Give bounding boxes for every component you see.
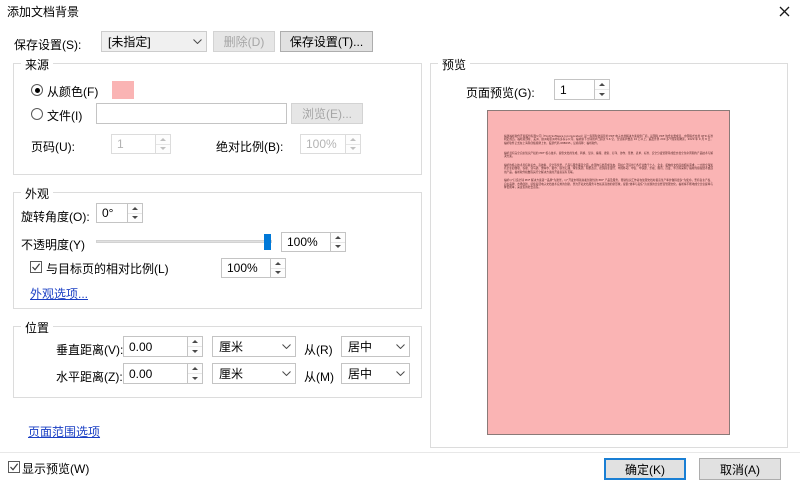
- stepper-down-icon[interactable]: [128, 214, 142, 223]
- document-paragraph: 福昕具有完全自主知识产权的 PDF 核心技术，提供文档的生成、转换、显示、编辑、…: [504, 152, 713, 159]
- appearance-group-title: 外观: [21, 185, 53, 202]
- stepper-down-icon[interactable]: [595, 90, 609, 99]
- stepper-up-icon[interactable]: [271, 259, 285, 269]
- source-group-title: 来源: [21, 56, 53, 73]
- stepper-down-icon[interactable]: [271, 269, 285, 278]
- delete-settings-button[interactable]: 删除(D): [213, 31, 275, 52]
- rotation-label: 旋转角度(O):: [21, 208, 90, 225]
- chevron-down-icon: [391, 371, 409, 376]
- show-preview-label: 显示预览(W): [22, 460, 89, 477]
- from-file-label: 文件(I): [47, 107, 82, 124]
- page-number-label: 页码(U):: [31, 138, 75, 155]
- horizontal-distance-input[interactable]: 0.00: [123, 363, 188, 384]
- horizontal-unit-value: 厘米: [213, 365, 277, 382]
- vertical-distance-input[interactable]: 0.00: [123, 336, 188, 357]
- vertical-unit-value: 厘米: [213, 338, 277, 355]
- stepper-up-icon[interactable]: [346, 135, 360, 145]
- title-bar: 添加文档背景: [0, 0, 800, 22]
- vertical-distance-stepper[interactable]: [188, 336, 203, 357]
- vertical-anchor-value: 居中: [342, 338, 391, 355]
- page-preview-label: 页面预览(G):: [466, 84, 535, 101]
- saved-settings-value: [未指定]: [102, 33, 188, 50]
- stepper-down-icon[interactable]: [188, 347, 202, 356]
- stepper-up-icon[interactable]: [188, 337, 202, 347]
- page-number-stepper[interactable]: [156, 134, 171, 154]
- close-icon[interactable]: [774, 2, 794, 20]
- radio-from-file[interactable]: [31, 108, 43, 120]
- opacity-stepper[interactable]: [331, 232, 346, 252]
- chevron-down-icon: [277, 344, 295, 349]
- absolute-scale-stepper[interactable]: [346, 134, 361, 154]
- chevron-down-icon: [277, 371, 295, 376]
- document-paragraph: 福昕以"打造全球 PDF 解决方案第一品牌"为愿景，以"开发市场领先和创新性的 …: [504, 179, 713, 189]
- appearance-options-link[interactable]: 外观选项...: [30, 285, 88, 302]
- relative-scale-label: 与目标页的相对比例(L): [46, 260, 169, 277]
- saved-settings-label: 保存设置(S):: [14, 36, 81, 53]
- browse-button[interactable]: 浏览(E)...: [291, 103, 363, 124]
- page-range-options-link[interactable]: 页面范围选项: [28, 423, 100, 440]
- vertical-unit-select[interactable]: 厘米: [212, 336, 296, 357]
- horizontal-from-label: 从(M): [304, 368, 334, 385]
- stepper-down-icon[interactable]: [156, 145, 170, 154]
- rotation-input[interactable]: 0°: [96, 203, 128, 223]
- horizontal-distance-stepper[interactable]: [188, 363, 203, 384]
- footer-divider: [0, 452, 800, 453]
- show-preview-checkbox[interactable]: [8, 461, 20, 473]
- stepper-up-icon[interactable]: [128, 204, 142, 214]
- file-path-input[interactable]: [96, 103, 287, 124]
- vertical-distance-label: 垂直距离(V):: [56, 341, 123, 358]
- page-preview-stepper[interactable]: [595, 79, 610, 100]
- stepper-up-icon[interactable]: [595, 80, 609, 90]
- vertical-anchor-select[interactable]: 居中: [341, 336, 410, 357]
- opacity-input[interactable]: 100%: [281, 232, 331, 252]
- stepper-up-icon[interactable]: [331, 233, 345, 243]
- page-preview-input[interactable]: 1: [554, 79, 595, 100]
- stepper-down-icon[interactable]: [188, 374, 202, 383]
- radio-from-color[interactable]: [31, 84, 43, 96]
- relative-scale-stepper[interactable]: [271, 258, 286, 278]
- horizontal-distance-label: 水平距离(Z):: [56, 368, 123, 385]
- relative-scale-input[interactable]: 100%: [221, 258, 271, 278]
- page-number-input[interactable]: 1: [111, 134, 156, 154]
- cancel-button[interactable]: 取消(A): [699, 458, 781, 480]
- stepper-down-icon[interactable]: [331, 243, 345, 252]
- opacity-slider-track[interactable]: [96, 240, 272, 243]
- preview-group-title: 预览: [438, 56, 470, 73]
- preview-page: 福建福昕软件开发股份有限公司（Foxit Software Incorporat…: [487, 110, 730, 435]
- stepper-up-icon[interactable]: [156, 135, 170, 145]
- opacity-label: 不透明度(Y): [21, 236, 85, 253]
- stepper-down-icon[interactable]: [346, 145, 360, 154]
- ok-button[interactable]: 确定(K): [604, 458, 686, 480]
- horizontal-anchor-select[interactable]: 居中: [341, 363, 410, 384]
- absolute-scale-label: 绝对比例(B):: [216, 138, 283, 155]
- chevron-down-icon: [188, 39, 206, 44]
- chevron-down-icon: [391, 344, 409, 349]
- relative-scale-checkbox[interactable]: [30, 261, 42, 273]
- horizontal-unit-select[interactable]: 厘米: [212, 363, 296, 384]
- color-swatch-button[interactable]: [112, 81, 134, 99]
- document-paragraph: 福昕的核心技术具有跨平台、高效率、安全等优势，产品与服务覆盖全面，在国内与外形成…: [504, 164, 713, 174]
- saved-settings-select[interactable]: [未指定]: [101, 31, 207, 52]
- document-paragraph: 福建福昕软件开发股份有限公司（Foxit Software Incorporat…: [504, 135, 713, 145]
- window-title: 添加文档背景: [7, 3, 79, 20]
- preview-document-text: 福建福昕软件开发股份有限公司（Foxit Software Incorporat…: [488, 111, 729, 434]
- position-group-title: 位置: [21, 319, 53, 336]
- stepper-up-icon[interactable]: [188, 364, 202, 374]
- save-settings-button[interactable]: 保存设置(T)...: [280, 31, 373, 52]
- opacity-slider-thumb[interactable]: [264, 234, 271, 250]
- horizontal-anchor-value: 居中: [342, 365, 391, 382]
- vertical-from-label: 从(R): [304, 341, 333, 358]
- rotation-stepper[interactable]: [128, 203, 143, 223]
- absolute-scale-input[interactable]: 100%: [300, 134, 346, 154]
- from-color-label: 从颜色(F): [47, 83, 98, 100]
